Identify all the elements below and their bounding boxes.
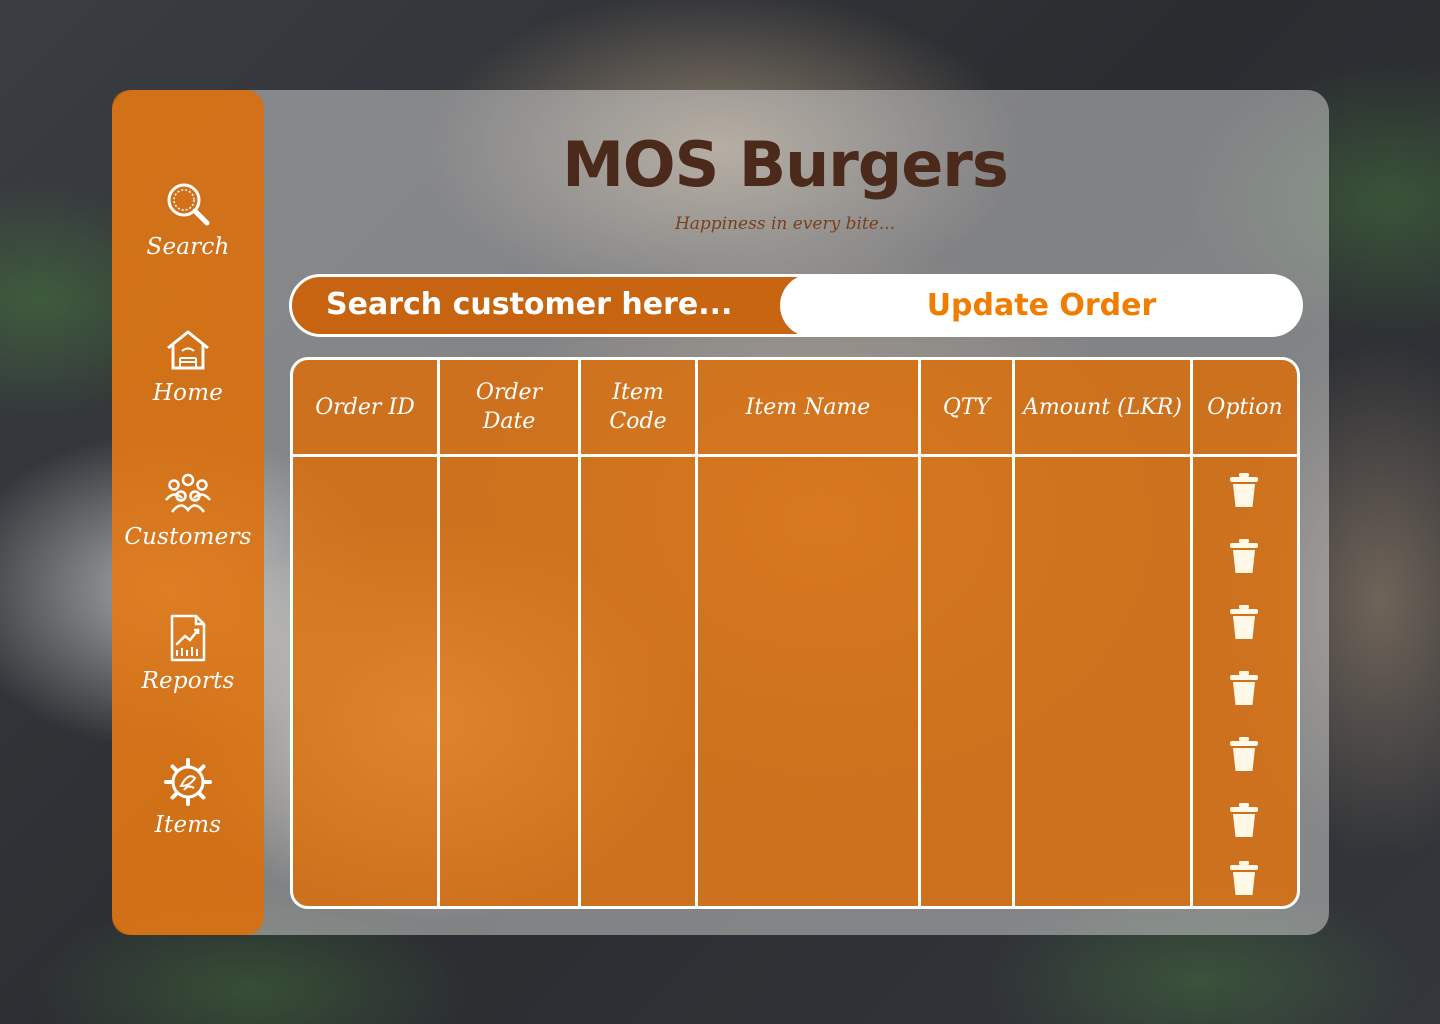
sidebar-item-search[interactable]: Search — [112, 178, 264, 288]
sidebar-item-label: Reports — [141, 668, 235, 694]
sidebar-item-label: Home — [152, 380, 224, 406]
column-header-item-name: Item Name — [745, 394, 871, 420]
sidebar-item-customers[interactable]: Customers — [112, 468, 264, 578]
items-gear-icon — [164, 758, 212, 806]
sidebar-item-reports[interactable]: Reports — [112, 612, 264, 722]
update-order-button[interactable]: Update Order — [780, 274, 1303, 337]
customers-icon — [165, 473, 211, 513]
delete-row-button[interactable] — [1228, 538, 1260, 574]
trash-icon — [1230, 473, 1258, 507]
orders-table: Order ID Order Date Item Code Item Name … — [290, 357, 1300, 909]
sidebar-item-label: Search — [146, 234, 230, 260]
sidebar-item-label: Customers — [124, 524, 252, 550]
delete-row-button[interactable] — [1228, 860, 1260, 896]
page-tagline: Happiness in every bite... — [674, 214, 896, 234]
trash-icon — [1230, 539, 1258, 573]
page-title: MOS Burgers — [562, 128, 1009, 201]
search-input[interactable]: Search customer here... — [326, 287, 732, 322]
search-bar[interactable]: Search customer here... Update Order — [289, 274, 1303, 337]
report-icon — [170, 614, 206, 662]
sidebar-item-items[interactable]: Items — [112, 756, 264, 866]
column-header-order-id: Order ID — [315, 394, 415, 420]
column-header-order-date: Order Date — [475, 380, 543, 434]
trash-icon — [1230, 671, 1258, 705]
trash-icon — [1230, 803, 1258, 837]
sidebar: Search Home Customers Reports Items — [112, 90, 264, 935]
home-icon — [167, 330, 209, 370]
column-header-option: Option — [1207, 394, 1283, 420]
delete-row-button[interactable] — [1228, 670, 1260, 706]
trash-icon — [1230, 737, 1258, 771]
column-header-item-code: Item Code — [609, 380, 667, 434]
column-header-amount: Amount (LKR) — [1023, 394, 1182, 420]
magnifier-icon — [167, 183, 210, 226]
delete-row-button[interactable] — [1228, 802, 1260, 838]
sidebar-item-home[interactable]: Home — [112, 324, 264, 434]
trash-icon — [1230, 861, 1258, 895]
trash-icon — [1230, 605, 1258, 639]
sidebar-item-label: Items — [154, 812, 222, 838]
column-header-qty: QTY — [942, 394, 991, 420]
delete-row-button[interactable] — [1228, 472, 1260, 508]
delete-row-button[interactable] — [1228, 736, 1260, 772]
table-header-divider — [293, 454, 1297, 457]
delete-row-button[interactable] — [1228, 604, 1260, 640]
